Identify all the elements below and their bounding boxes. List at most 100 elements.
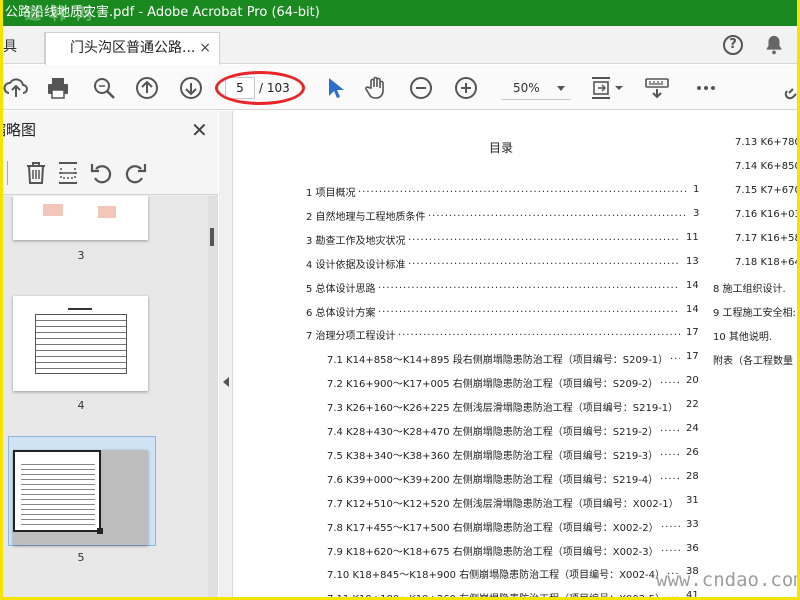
chevron-down-icon bbox=[557, 86, 565, 91]
thumbnail-page-4[interactable] bbox=[13, 296, 148, 391]
toc-entry[interactable]: 4 设计依据及设计标准.............................… bbox=[306, 256, 699, 270]
rotate-right-icon[interactable] bbox=[122, 160, 148, 186]
upload-icon[interactable] bbox=[3, 75, 29, 101]
toc-right-entry[interactable]: 7.15 K7+670- bbox=[735, 185, 797, 196]
toc-leader-dots: ........................................… bbox=[660, 375, 680, 387]
toc-entry[interactable]: 7.6 K39+000～K39+200 左侧崩塌隐患防治工程（项目编号：S219… bbox=[327, 471, 699, 485]
toc-entry[interactable]: 7.2 K16+900～K17+005 右侧崩塌隐患防治工程（项目编号：S209… bbox=[327, 375, 699, 389]
toc-entry-text: 6 总体设计方案 bbox=[306, 307, 376, 318]
toc-entry[interactable]: 5 总体设计思路................................… bbox=[306, 280, 699, 294]
toc-entry-page: 14 bbox=[686, 279, 699, 291]
toc-entry-text: 7.5 K38+340～K38+360 左侧崩塌隐患防治工程（项目编号：S219… bbox=[327, 450, 659, 461]
toc-entry[interactable]: 7.4 K28+430～K28+470 左侧崩塌隐患防治工程（项目编号：S219… bbox=[327, 423, 699, 437]
zoom-select[interactable]: 50% bbox=[501, 78, 571, 100]
collapse-arrow-icon[interactable] bbox=[223, 377, 229, 387]
main-toolbar: 5 / 103 50% bbox=[3, 65, 797, 110]
print-icon[interactable] bbox=[45, 75, 71, 101]
toc-title: 目录 bbox=[489, 141, 514, 155]
zoom-search-icon[interactable] bbox=[91, 75, 117, 101]
tab-bar: 具 门头沟区普通公路... × bbox=[3, 26, 797, 65]
toc-leader-dots: ........................................… bbox=[378, 279, 680, 291]
extract-icon[interactable] bbox=[55, 160, 81, 186]
toc-entry[interactable]: 1 项目概况..................................… bbox=[306, 184, 699, 198]
toc-right-entry[interactable]: 7.13 K6+780- bbox=[735, 137, 797, 148]
zoom-out-icon[interactable] bbox=[408, 75, 434, 101]
toc-entry-page: 1 bbox=[693, 184, 699, 195]
toc-entry-page: 33 bbox=[686, 518, 699, 530]
toc-entry-page: 17 bbox=[686, 351, 699, 363]
toc-entry[interactable]: 7.1 K14+858～K14+895 段右侧崩塌隐患防治工程（项目编号：S20… bbox=[327, 351, 699, 365]
prev-page-icon[interactable] bbox=[134, 75, 160, 101]
toc-entry[interactable]: 6 总体设计方案................................… bbox=[306, 304, 699, 318]
panel-close-icon[interactable]: ✕ bbox=[191, 111, 208, 149]
toc-entry-text: 7.9 K18+620～K18+675 右侧崩塌隐患防治工程（项目编号：X002… bbox=[327, 546, 659, 557]
link-icon[interactable] bbox=[783, 75, 797, 101]
toc-entry-text: 7.11 K19+180～K19+260 左侧崩塌隐患防治工程（项目编号：X00… bbox=[327, 590, 665, 597]
toc-leader-dots: ........................................… bbox=[660, 470, 680, 482]
toc-entry[interactable]: 7.5 K38+340～K38+360 左侧崩塌隐患防治工程（项目编号：S219… bbox=[327, 447, 699, 461]
document-view: 目录 1 项目概况...............................… bbox=[234, 111, 797, 597]
toc-leader-dots: ........................................… bbox=[660, 446, 680, 458]
toc-leader-dots: ........................................… bbox=[408, 231, 680, 243]
toc-entry[interactable]: 7.10 K18+845～K18+900 右侧崩塌隐患防治工程（项目编号：X00… bbox=[327, 566, 699, 580]
toc-entry-text: 7.7 K12+510～K12+520 左侧浅层滑塌隐患防治工程（项目编号：X0… bbox=[327, 498, 679, 509]
toc-entry-text: 2 自然地理与工程地质条件 bbox=[306, 211, 426, 222]
panel-splitter[interactable] bbox=[219, 111, 233, 597]
toc-right-entry[interactable]: 10 其他说明. bbox=[713, 328, 772, 343]
toc-entry-page: 41 bbox=[686, 590, 699, 597]
thumbnail-heading bbox=[68, 308, 92, 310]
toc-entry-text: 7 治理分项工程设计 bbox=[306, 331, 396, 342]
hand-icon[interactable] bbox=[363, 75, 389, 101]
rotate-left-icon[interactable] bbox=[89, 160, 115, 186]
toolbar-divider bbox=[7, 161, 8, 185]
zoom-value-text: 50% bbox=[513, 81, 540, 95]
thumbnail-scrollbar[interactable] bbox=[208, 196, 218, 597]
toc-right-entry[interactable]: 附表（各工程数量 bbox=[713, 352, 793, 367]
toc-entry-text: 7.2 K16+900～K17+005 右侧崩塌隐患防治工程（项目编号：S209… bbox=[327, 379, 659, 390]
toc-right-entry[interactable]: 9 工程施工安全相: bbox=[713, 304, 796, 319]
toc-entry-text: 7.3 K26+160～K26+225 左侧浅层滑塌隐患防治工程（项目编号：S2… bbox=[327, 403, 679, 414]
thumbnail-page-5[interactable] bbox=[13, 450, 148, 545]
toc-entry[interactable]: 7.11 K19+180～K19+260 左侧崩塌隐患防治工程（项目编号：X00… bbox=[327, 590, 699, 597]
tab-close-icon[interactable]: × bbox=[199, 33, 211, 63]
select-arrow-icon[interactable] bbox=[321, 75, 347, 101]
toc-right-entry[interactable]: 7.18 K18+640 bbox=[735, 257, 797, 268]
toc-right-entry[interactable]: 8 施工组织设计. bbox=[713, 280, 786, 295]
zoom-in-icon[interactable] bbox=[453, 75, 479, 101]
title-bar: 公路沿线地质灾害.pdf - Adobe Acrobat Pro (64-bit… bbox=[3, 0, 797, 26]
fit-page-icon[interactable] bbox=[589, 75, 625, 101]
toc-right-entry[interactable]: 7.17 K16+580 bbox=[735, 233, 797, 244]
toc-entry[interactable]: 7.3 K26+160～K26+225 左侧浅层滑塌隐患防治工程（项目编号：S2… bbox=[327, 399, 699, 413]
bell-icon[interactable] bbox=[763, 34, 785, 56]
help-icon[interactable]: ? bbox=[723, 35, 743, 55]
toc-entry[interactable]: 3 勘查工作及地灾状况.............................… bbox=[306, 232, 699, 246]
toc-entry[interactable]: 7.9 K18+620～K18+675 右侧崩塌隐患防治工程（项目编号：X002… bbox=[327, 543, 699, 557]
toc-entry[interactable]: 7.7 K12+510～K12+520 左侧浅层滑塌隐患防治工程（项目编号：X0… bbox=[327, 495, 699, 509]
toc-entry-page: 13 bbox=[686, 255, 699, 267]
next-page-icon[interactable] bbox=[178, 75, 204, 101]
toc-entry[interactable]: 2 自然地理与工程地质条件...........................… bbox=[306, 208, 699, 222]
thumbnail-page-3[interactable] bbox=[13, 196, 148, 240]
toc-right-entry[interactable]: 7.14 K6+850- bbox=[735, 161, 797, 172]
toc-entry[interactable]: 7 治理分项工程设计..............................… bbox=[306, 327, 699, 341]
site-watermark: www.cndao.com bbox=[656, 569, 797, 591]
keyboard-icon[interactable] bbox=[644, 75, 670, 101]
thumbnail-panel: 缩略图 ✕ bbox=[3, 111, 218, 597]
toc-leader-dots: ........................................… bbox=[660, 423, 680, 434]
toc-entry-page: 36 bbox=[686, 542, 699, 554]
toc-entry[interactable]: 7.8 K17+455～K17+500 右侧崩塌隐患防治工程（项目编号：X002… bbox=[327, 519, 699, 533]
thumbnail-table bbox=[35, 314, 127, 374]
thumbnail-stamp bbox=[98, 206, 116, 218]
thumbnail-panel-title: 缩略图 bbox=[3, 121, 37, 139]
trash-icon[interactable] bbox=[23, 160, 49, 186]
more-icon[interactable] bbox=[693, 75, 719, 101]
toc-entry-page: 3 bbox=[693, 207, 699, 219]
scrollbar-thumb[interactable] bbox=[210, 228, 214, 246]
tab-document[interactable]: 门头沟区普通公路... × bbox=[45, 32, 220, 65]
toc-entry-page: 17 bbox=[686, 327, 699, 339]
toc-right-entry[interactable]: 7.16 K16+030 bbox=[735, 209, 797, 220]
thumbnail-resize-handle[interactable] bbox=[97, 528, 103, 534]
tab-tools-stub[interactable]: 具 bbox=[3, 32, 45, 64]
toc-leader-dots: ........................................… bbox=[398, 327, 680, 339]
toc-leader-dots: ........................................… bbox=[358, 184, 687, 195]
